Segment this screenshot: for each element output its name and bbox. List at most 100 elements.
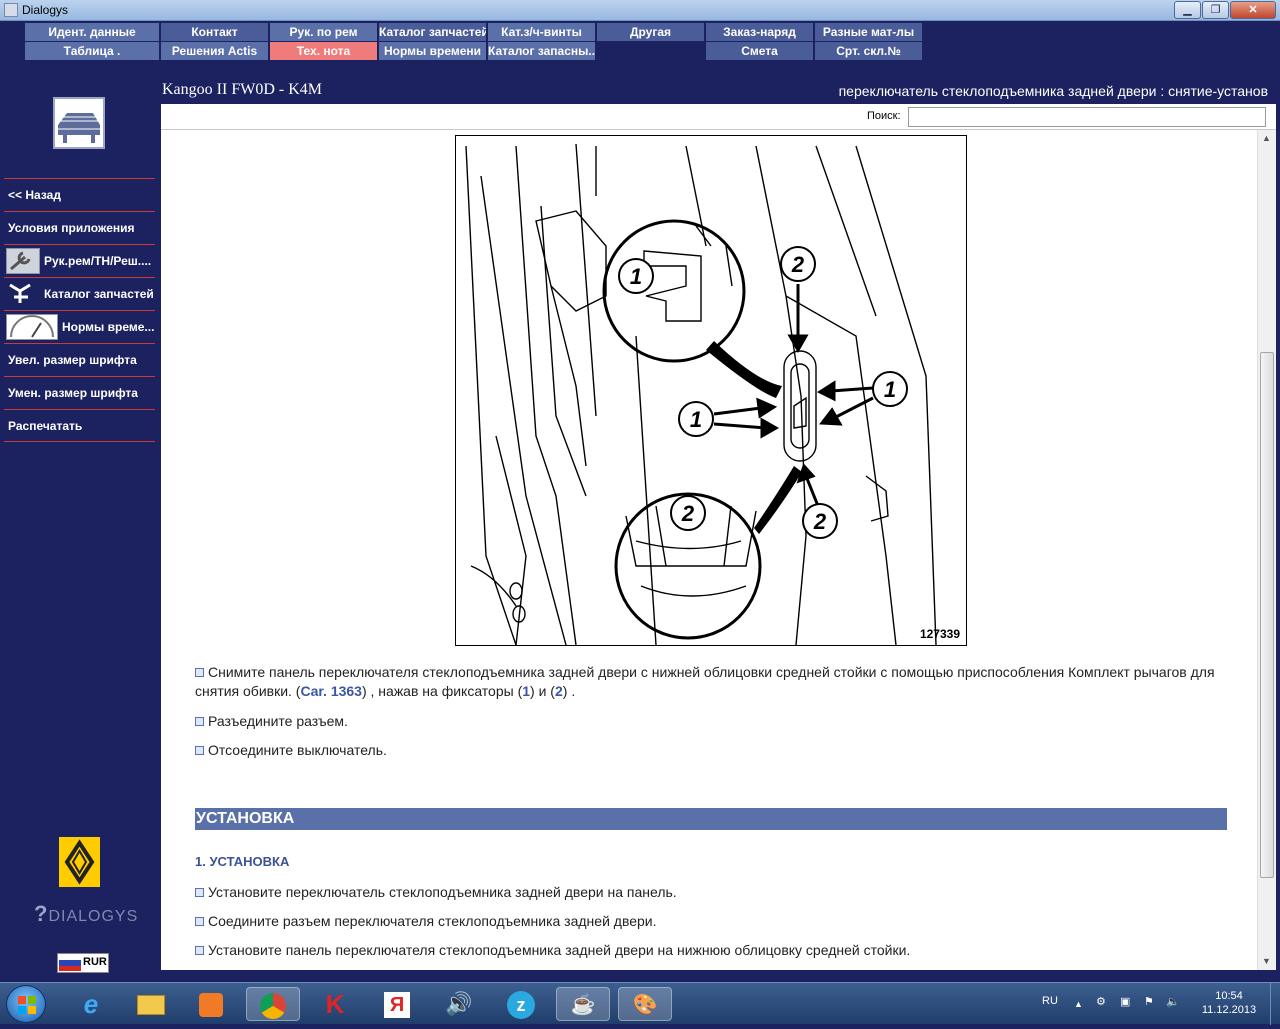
window-title: Dialogys — [22, 3, 69, 17]
sidebar-item-font-decrease[interactable]: Умен. размер шрифта — [4, 376, 155, 409]
clock-date: 11.12.2013 — [1201, 1004, 1257, 1016]
install-step: Установите панель переключателя стеклопо… — [195, 941, 1225, 960]
nav-time-norms[interactable]: Нормы времени — [379, 42, 486, 60]
nav-spare-catalog[interactable]: Каталог запасны... — [488, 42, 595, 60]
document-content: 1 2 1 1 2 2 127339 Снимите панель перекл… — [161, 130, 1256, 970]
nav-screws-catalog[interactable]: Кат.з/ч-винты — [488, 23, 595, 41]
nav-stock-number[interactable]: Срт. скл.№ — [815, 42, 922, 60]
tool-link[interactable]: Car. 1363 — [300, 683, 362, 699]
nav-repair-manual[interactable]: Рук. по рем — [270, 23, 377, 41]
section-heading-installation: УСТАНОВКА — [195, 808, 1227, 830]
app-window: Dialogys ▁ ❐ ✕ Идент. данные Контакт Рук… — [0, 0, 1280, 980]
chrome-icon[interactable] — [246, 987, 300, 1021]
bullet-icon — [195, 946, 204, 955]
volume-app-icon[interactable]: 🔊 — [432, 987, 486, 1021]
sidebar-item-terms[interactable]: Условия приложения — [4, 211, 155, 244]
vertical-scrollbar[interactable]: ▲ ▼ — [1257, 130, 1276, 970]
tray-expand-icon[interactable]: ▲ — [1074, 999, 1083, 1009]
operation-title: переключатель стеклоподъемника задней дв… — [838, 83, 1268, 99]
media-player-icon[interactable] — [184, 987, 238, 1021]
zona-icon[interactable]: z — [494, 987, 548, 1021]
callout-2-bottom: 2 — [681, 501, 695, 526]
bullet-icon — [195, 917, 204, 926]
wrench-icon — [6, 248, 40, 274]
kaspersky-icon[interactable]: K — [308, 987, 362, 1021]
nav-parts-catalog[interactable]: Каталог запчастей — [379, 23, 486, 41]
close-button[interactable]: ✕ — [1230, 1, 1276, 19]
flag-icon[interactable]: ⚑ — [1144, 995, 1154, 1008]
callout-2-right: 2 — [813, 509, 827, 534]
sidebar-item-print[interactable]: Распечатать — [4, 409, 155, 442]
nav-table[interactable]: Таблица . — [25, 42, 159, 60]
figure-number: 127339 — [919, 627, 960, 641]
renault-logo-icon — [59, 837, 100, 887]
windows-logo-icon — [18, 996, 36, 1014]
install-step: Установите переключатель стеклоподъемник… — [195, 883, 1225, 902]
ref-link-2[interactable]: 2 — [555, 683, 563, 699]
ref-link-1[interactable]: 1 — [522, 683, 530, 699]
nav-misc-materials[interactable]: Разные мат-лы — [815, 23, 922, 41]
install-step: Соедините разъем переключателя стеклопод… — [195, 912, 1225, 931]
door-pillar-drawing: 1 2 1 1 2 2 — [465, 143, 937, 645]
title-bar: Dialogys ▁ ❐ ✕ — [0, 0, 1280, 21]
start-button[interactable] — [6, 985, 46, 1023]
callout-1-top: 1 — [630, 264, 642, 289]
nav-work-order[interactable]: Заказ-наряд — [706, 23, 813, 41]
dialogys-logo: ?DIALOGYS — [34, 901, 139, 926]
speaker-icon[interactable]: 🔈 — [1166, 995, 1180, 1008]
scroll-thumb[interactable] — [1260, 352, 1274, 878]
bullet-icon — [195, 888, 204, 897]
language-indicator[interactable]: RU — [1042, 995, 1058, 1007]
ie-icon[interactable]: e — [64, 987, 118, 1021]
clock-time: 10:54 — [1215, 990, 1243, 1002]
document-panel: Поиск: 1 2 1 1 2 2 127339 Снимите панель… — [161, 104, 1276, 970]
app-body: Идент. данные Контакт Рук. по рем Катало… — [0, 21, 1280, 980]
network-icon[interactable]: ▣ — [1120, 995, 1130, 1008]
search-bar: Поиск: — [161, 104, 1276, 130]
currency-button[interactable]: RUR — [57, 953, 109, 973]
technical-drawing: 1 2 1 1 2 2 127339 — [455, 135, 967, 646]
paint-icon[interactable]: 🎨 — [618, 987, 672, 1021]
clock[interactable]: 10:54 11.12.2013 — [1193, 989, 1265, 1017]
scroll-down-icon[interactable]: ▼ — [1262, 956, 1271, 966]
vehicle-title: Kangoo II FW0D - K4M — [162, 81, 322, 98]
callout-2-top: 2 — [791, 252, 805, 277]
java-icon[interactable]: ☕ — [556, 987, 610, 1021]
sidebar-item-font-increase[interactable]: Увел. размер шрифта — [4, 343, 155, 376]
sidebar-item-back[interactable]: << Назад — [4, 178, 155, 211]
russia-flag-icon — [59, 955, 81, 971]
show-desktop-button[interactable] — [1270, 983, 1280, 1025]
subsection-heading: 1. УСТАНОВКА — [195, 854, 290, 869]
bullet-icon — [195, 717, 204, 726]
parts-icon — [6, 281, 40, 307]
explorer-icon[interactable] — [124, 987, 178, 1021]
speedometer-icon — [6, 314, 58, 340]
callout-1-left: 1 — [690, 407, 702, 432]
step-remove-panel: Снимите панель переключателя стеклоподъе… — [195, 664, 1215, 699]
callout-1-right: 1 — [884, 377, 896, 402]
nav-ident[interactable]: Идент. данные — [25, 23, 159, 41]
sidebar-item-repair-manual[interactable]: Рук.рем/ТН/Реш.... — [4, 244, 155, 277]
bullet-icon — [195, 668, 204, 677]
taskbar: e K Я 🔊 z ☕ 🎨 RU ▲ ⚙ ▣ ⚑ 🔈 10:54 11.12.2… — [0, 982, 1280, 1025]
step-disconnect-connector: Разъедините разъем. — [195, 712, 1225, 731]
sidebar-item-parts-catalog[interactable]: Каталог запчастей — [4, 277, 155, 310]
app-icon — [4, 3, 18, 17]
nav-other[interactable]: Другая — [597, 23, 704, 41]
nav-estimate[interactable]: Смета — [706, 42, 813, 60]
sidebar-item-time-norms[interactable]: Нормы време... — [4, 310, 155, 343]
scroll-up-icon[interactable]: ▲ — [1262, 133, 1271, 143]
search-input[interactable] — [908, 107, 1266, 127]
maximize-button[interactable]: ❐ — [1202, 1, 1229, 19]
nav-tech-note[interactable]: Тех. нота — [270, 42, 377, 60]
sidebar: << Назад Условия приложения Рук.рем/ТН/Р… — [0, 77, 160, 980]
nav-actis[interactable]: Решения Actis — [161, 42, 268, 60]
nav-contact[interactable]: Контакт — [161, 23, 268, 41]
step-disconnect-switch: Отсоедините выключатель. — [195, 741, 1225, 760]
yandex-icon[interactable]: Я — [370, 987, 424, 1021]
car-logo-icon — [53, 97, 105, 149]
steam-icon[interactable]: ⚙ — [1096, 995, 1106, 1008]
minimize-button[interactable]: ▁ — [1174, 1, 1201, 19]
search-label: Поиск: — [867, 110, 901, 122]
bullet-icon — [195, 746, 204, 755]
